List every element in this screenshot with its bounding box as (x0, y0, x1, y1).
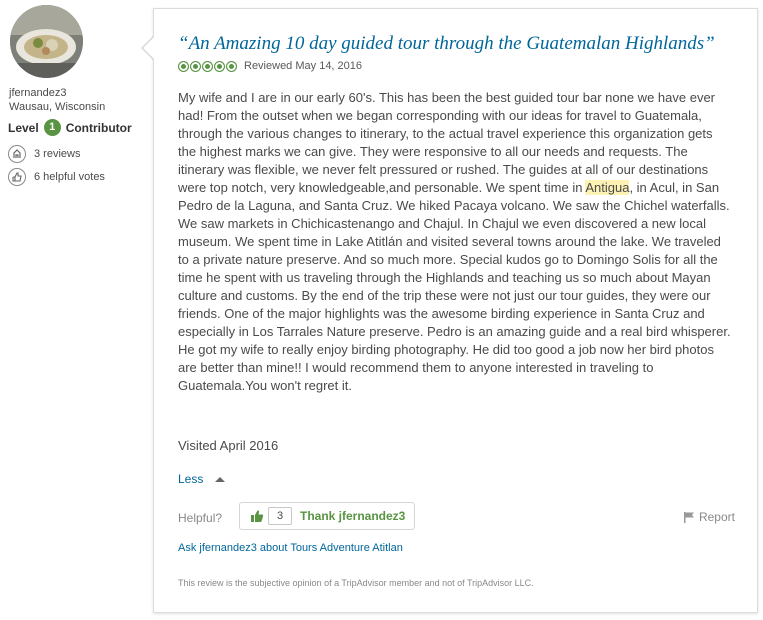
rating-bubble-icon (178, 60, 189, 72)
card-pointer-inner (143, 37, 154, 59)
thank-button[interactable]: 3 Thank jfernandez3 (239, 502, 415, 530)
review-disclaimer: This review is the subjective opinion of… (178, 578, 534, 588)
review-body: My wife and I are in our early 60's. Thi… (178, 89, 734, 395)
rating-bubble-icon (190, 60, 201, 72)
review-count-label: 3 reviews (34, 148, 81, 160)
thank-count: 3 (268, 507, 292, 525)
rating-bubble-icon (226, 60, 237, 72)
username[interactable]: jfernandez3 (9, 87, 67, 99)
avatar-photo (10, 5, 83, 78)
thumbs-up-outline-icon (8, 168, 26, 186)
less-label[interactable]: Less (178, 472, 203, 486)
helpful-votes: 6 helpful votes (8, 168, 105, 186)
report-button[interactable]: Report (683, 510, 735, 524)
review-title[interactable]: “An Amazing 10 day guided tour through t… (178, 33, 715, 55)
review-count: 3 reviews (8, 145, 80, 163)
thank-label[interactable]: Thank jfernandez3 (300, 509, 405, 523)
rating-bubbles (178, 60, 238, 72)
highlighted-term[interactable]: Antigua (585, 180, 630, 195)
visited-date: Visited April 2016 (178, 438, 279, 453)
review-text-part: , in Acul, in San Pedro de la Laguna, an… (178, 180, 731, 393)
helpful-label: Helpful? (178, 511, 223, 525)
level-title: Contributor (65, 120, 132, 135)
review-card: “An Amazing 10 day guided tour through t… (153, 8, 758, 613)
reviews-icon (8, 145, 26, 163)
rating-bubble-icon (214, 60, 225, 72)
less-toggle[interactable]: Less (178, 472, 226, 486)
ask-reviewer-link[interactable]: Ask jfernandez3 about Tours Adventure At… (178, 542, 403, 554)
level-prefix: Level (8, 120, 39, 135)
helpful-votes-label: 6 helpful votes (34, 171, 105, 183)
level-badge: 1 (43, 119, 61, 136)
reviewed-date: Reviewed May 14, 2016 (244, 60, 363, 72)
report-label[interactable]: Report (699, 510, 735, 524)
contributor-level: Level 1 Contributor (8, 119, 132, 136)
rating-bubble-icon (202, 60, 213, 72)
user-location: Wausau, Wisconsin (9, 101, 106, 113)
rating-row: Reviewed May 14, 2016 (178, 60, 362, 72)
flag-icon (683, 512, 694, 523)
caret-up-icon[interactable] (215, 476, 226, 482)
avatar[interactable] (10, 5, 83, 78)
thumbs-up-icon (251, 510, 264, 522)
